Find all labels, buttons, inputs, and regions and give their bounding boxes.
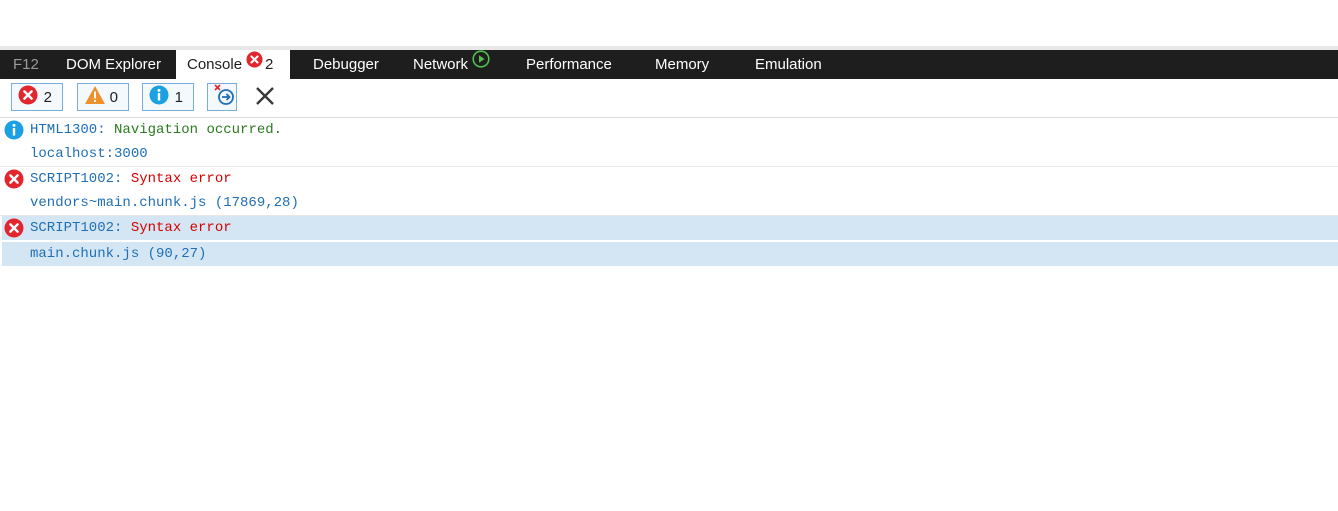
info-filter-button[interactable]: 1 bbox=[142, 83, 194, 111]
clear-on-navigate-icon bbox=[206, 83, 236, 111]
clear-on-navigate-button[interactable] bbox=[207, 83, 237, 111]
play-icon bbox=[472, 49, 490, 78]
log-entry-info[interactable]: HTML1300: Navigation occurred. localhost… bbox=[0, 118, 1338, 167]
tab-emulation[interactable]: Emulation bbox=[755, 50, 822, 79]
log-entry-error[interactable]: SCRIPT1002: Syntax error vendors~main.ch… bbox=[0, 167, 1338, 216]
console-log: HTML1300: Navigation occurred. localhost… bbox=[0, 118, 1338, 266]
log-source-link[interactable]: localhost:3000 bbox=[0, 142, 1338, 166]
clear-console-button[interactable] bbox=[252, 83, 278, 109]
tab-f12[interactable]: F12 bbox=[13, 50, 39, 79]
info-count: 1 bbox=[174, 88, 183, 106]
warnings-filter-button[interactable]: 0 bbox=[77, 83, 129, 111]
log-message-line: HTML1300: Navigation occurred. bbox=[0, 118, 1338, 142]
errors-filter-button[interactable]: 2 bbox=[11, 83, 63, 111]
log-message: Navigation occurred. bbox=[105, 122, 283, 138]
log-source-link[interactable]: vendors~main.chunk.js (17869,28) bbox=[0, 191, 1338, 215]
tab-network-label: Network bbox=[413, 56, 469, 73]
tab-console[interactable]: Console 2 bbox=[176, 50, 290, 79]
warnings-count: 0 bbox=[109, 88, 118, 106]
info-icon bbox=[143, 85, 169, 109]
tab-debugger[interactable]: Debugger bbox=[313, 50, 379, 79]
tab-network[interactable]: Network bbox=[413, 50, 490, 79]
log-source[interactable]: main.chunk.js (90,27) bbox=[30, 246, 206, 262]
tab-memory[interactable]: Memory bbox=[655, 50, 709, 79]
log-source[interactable]: vendors~main.chunk.js (17869,28) bbox=[30, 195, 299, 211]
log-message: Syntax error bbox=[122, 171, 232, 187]
log-code: SCRIPT1002 bbox=[30, 171, 115, 187]
console-error-count: 2 bbox=[265, 56, 274, 73]
error-icon bbox=[246, 49, 263, 78]
log-message: Syntax error bbox=[122, 220, 232, 236]
devtools-tab-bar: F12 DOM Explorer Console 2 Debugger Netwo… bbox=[0, 50, 1338, 79]
log-code: SCRIPT1002 bbox=[30, 220, 115, 236]
console-toolbar: 2 0 1 bbox=[0, 79, 1338, 118]
log-entry-error-selected[interactable]: SCRIPT1002: Syntax error main.chunk.js (… bbox=[0, 216, 1338, 266]
log-source-link[interactable]: main.chunk.js (90,27) bbox=[2, 240, 1338, 266]
log-message-line: SCRIPT1002: Syntax error bbox=[2, 216, 1338, 240]
warning-icon bbox=[78, 85, 106, 109]
error-icon bbox=[12, 85, 38, 109]
log-source[interactable]: localhost:3000 bbox=[30, 146, 148, 162]
log-separator: : bbox=[97, 122, 106, 138]
log-code: HTML1300 bbox=[30, 122, 98, 138]
tab-console-label: Console bbox=[187, 56, 243, 73]
close-icon bbox=[252, 87, 278, 113]
tab-dom-explorer[interactable]: DOM Explorer bbox=[66, 50, 161, 79]
log-message-line: SCRIPT1002: Syntax error bbox=[0, 167, 1338, 191]
tab-performance[interactable]: Performance bbox=[526, 50, 612, 79]
errors-count: 2 bbox=[43, 88, 52, 106]
